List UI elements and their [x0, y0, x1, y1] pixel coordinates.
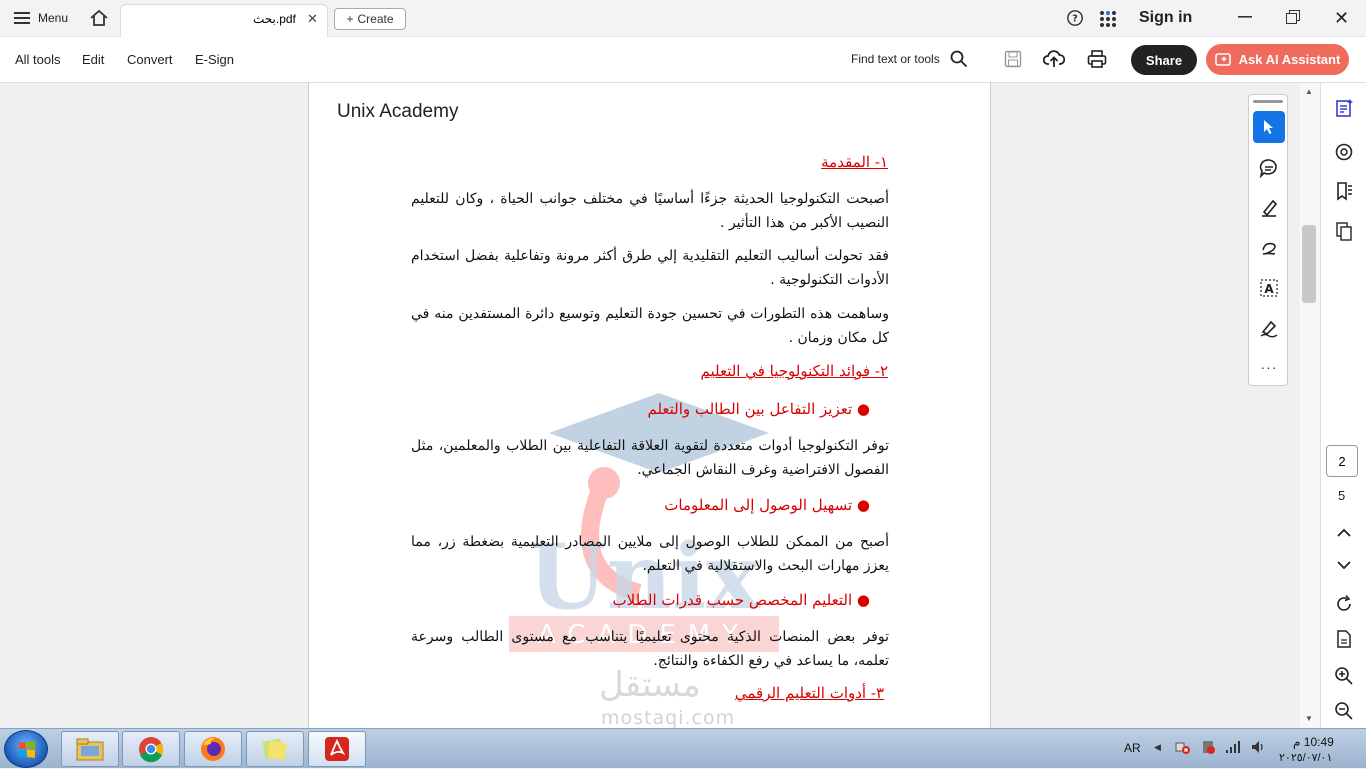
paragraph-2: فقد تحولت أساليب التعليم التقليدية إلي ط…: [411, 248, 889, 288]
comments-panel-icon[interactable]: [1331, 139, 1357, 165]
help-icon[interactable]: ?: [1066, 9, 1084, 27]
firefox-icon: [201, 737, 225, 761]
comment-icon[interactable]: [1253, 152, 1285, 184]
tray-time[interactable]: 10:49 م: [1293, 735, 1334, 749]
scroll-down-arrow-icon[interactable]: ▼: [1305, 714, 1313, 723]
tray-date[interactable]: ٢٠٢٥/٠٧/٠١: [1279, 751, 1332, 764]
page-header: Unix Academy: [337, 101, 459, 122]
find-text-label[interactable]: Find text or tools: [851, 52, 940, 66]
taskbar-file-explorer[interactable]: [61, 731, 119, 767]
menu-convert[interactable]: Convert: [127, 52, 173, 67]
menu-label: Menu: [38, 11, 69, 25]
restore-icon[interactable]: [1286, 10, 1300, 24]
highlighter-icon[interactable]: [1253, 192, 1285, 224]
heading-digital-tools: ٣- أدوات التعليم الرقمي: [734, 684, 884, 702]
paragraph-5: أصبح من الممكن للطلاب الوصول إلى ملايين …: [411, 534, 889, 574]
bullet-2-text: تسهيل الوصول إلى المعلومات: [664, 496, 853, 514]
tray-expand-icon[interactable]: ◀: [1154, 742, 1161, 753]
windows-taskbar: AR ◀ 10:49 م ٢٠٢٥/٠٧/٠١: [0, 728, 1366, 768]
vertical-scrollbar[interactable]: ▲ ▼: [1300, 83, 1320, 728]
zoom-out-icon[interactable]: [1331, 698, 1357, 724]
search-icon[interactable]: [950, 50, 968, 68]
mostaqi-watermark-site: mostaqi.com: [601, 707, 736, 728]
document-tab[interactable]: بحث.pdf ✕: [120, 4, 328, 37]
select-cursor-icon[interactable]: [1253, 111, 1285, 143]
menu-all-tools[interactable]: All tools: [15, 52, 61, 67]
minimize-icon[interactable]: [1238, 9, 1252, 23]
page-fit-icon[interactable]: [1331, 626, 1357, 652]
menu-edit[interactable]: Edit: [82, 52, 104, 67]
bullet-1: ● تعزيز التفاعل بين الطالب والتعلم: [647, 400, 870, 418]
tray-security-icon[interactable]: [1200, 739, 1216, 755]
taskbar-firefox[interactable]: [184, 731, 242, 767]
apps-grid-icon[interactable]: [1099, 10, 1117, 28]
sign-in-link[interactable]: Sign in: [1139, 9, 1192, 27]
tray-network-warning-icon[interactable]: [1175, 739, 1191, 755]
total-pages: 5: [1338, 488, 1346, 503]
bullet-3-text: التعليم المخصص حسب قدرات الطلاب: [612, 591, 853, 609]
upload-cloud-icon[interactable]: [1043, 49, 1065, 69]
menu-esign[interactable]: E-Sign: [195, 52, 234, 67]
heading-introduction: ١- المقدمة: [821, 153, 888, 171]
main-toolbar: All tools Edit Convert E-Sign Find text …: [0, 37, 1366, 83]
heading-benefits: ٢- فوائد التكنولوجيا في التعليم: [700, 362, 889, 380]
chrome-icon: [139, 737, 164, 763]
ai-sparkle-icon: [1214, 52, 1233, 68]
right-sidebar: [1320, 83, 1366, 728]
bookmarks-icon[interactable]: [1331, 178, 1357, 204]
title-bar: Menu بحث.pdf ✕ + Create ? Sign in ✕: [0, 0, 1366, 37]
paragraph-4: توفر التكنولوجيا أدوات متعددة لتقوية الع…: [411, 438, 889, 478]
folder-icon: [76, 738, 104, 761]
tray-volume-icon[interactable]: [1250, 739, 1266, 755]
chevron-down-icon[interactable]: [1331, 552, 1357, 578]
scroll-up-arrow-icon[interactable]: ▲: [1305, 87, 1313, 96]
paragraph-1: أصبحت التكنولوجيا الحديثة جزءًا أساسيًا …: [411, 191, 889, 231]
save-icon[interactable]: [1004, 50, 1022, 68]
create-label: Create: [357, 12, 394, 26]
text-box-icon[interactable]: A: [1253, 272, 1285, 304]
bullet-3: ● التعليم المخصص حسب قدرات الطلاب: [612, 591, 870, 609]
menu-button[interactable]: Menu: [14, 11, 68, 25]
close-window-icon[interactable]: ✕: [1334, 8, 1349, 29]
share-button[interactable]: Share: [1131, 45, 1197, 75]
ai-assistant-label: Ask AI Assistant: [1238, 52, 1341, 67]
tray-language[interactable]: AR: [1124, 741, 1141, 755]
ai-assistant-button[interactable]: Ask AI Assistant: [1206, 44, 1349, 75]
taskbar-sticky-notes[interactable]: [246, 731, 304, 767]
page-thumbnails-icon[interactable]: [1331, 218, 1357, 244]
rotate-icon[interactable]: [1331, 591, 1357, 617]
draw-freehand-icon[interactable]: [1253, 232, 1285, 264]
current-page-input[interactable]: 2: [1326, 445, 1358, 477]
palette-drag-handle[interactable]: [1253, 100, 1283, 103]
bullet-2: ● تسهيل الوصول إلى المعلومات: [664, 496, 870, 514]
tray-signal-icon[interactable]: [1225, 740, 1241, 754]
print-icon[interactable]: [1087, 49, 1107, 69]
tab-title: بحث.pdf: [253, 12, 296, 26]
sign-pen-icon[interactable]: [1253, 312, 1285, 344]
sticky-notes-icon: [262, 738, 287, 760]
close-tab-icon[interactable]: ✕: [307, 11, 318, 27]
hamburger-icon: [14, 12, 30, 24]
zoom-in-icon[interactable]: [1331, 663, 1357, 689]
start-button[interactable]: [4, 730, 48, 768]
bullet-1-text: تعزيز التفاعل بين الطالب والتعلم: [647, 400, 853, 418]
more-tools-icon[interactable]: ···: [1253, 351, 1285, 383]
next-page-chevron-up-icon[interactable]: [1331, 520, 1357, 546]
quick-tools-palette: A ···: [1248, 94, 1288, 386]
svg-text:A: A: [1264, 282, 1274, 296]
home-icon[interactable]: [89, 8, 109, 28]
acrobat-icon: [325, 737, 349, 761]
scrollbar-thumb[interactable]: [1302, 225, 1316, 303]
windows-logo-icon: [19, 741, 35, 758]
taskbar-acrobat[interactable]: [308, 731, 366, 767]
paragraph-3: وساهمت هذه التطورات في تحسين جودة التعلي…: [411, 306, 889, 346]
svg-text:?: ?: [1072, 14, 1078, 25]
create-button[interactable]: + Create: [334, 8, 406, 30]
pdf-page: Unix ACADEMY Unix Academy ١- المقدمة أصب…: [308, 83, 991, 728]
mostaqi-watermark-ar: مستقل: [599, 665, 701, 705]
taskbar-chrome[interactable]: [122, 731, 180, 767]
plus-icon: +: [346, 12, 354, 26]
ai-summary-icon[interactable]: [1331, 95, 1357, 121]
